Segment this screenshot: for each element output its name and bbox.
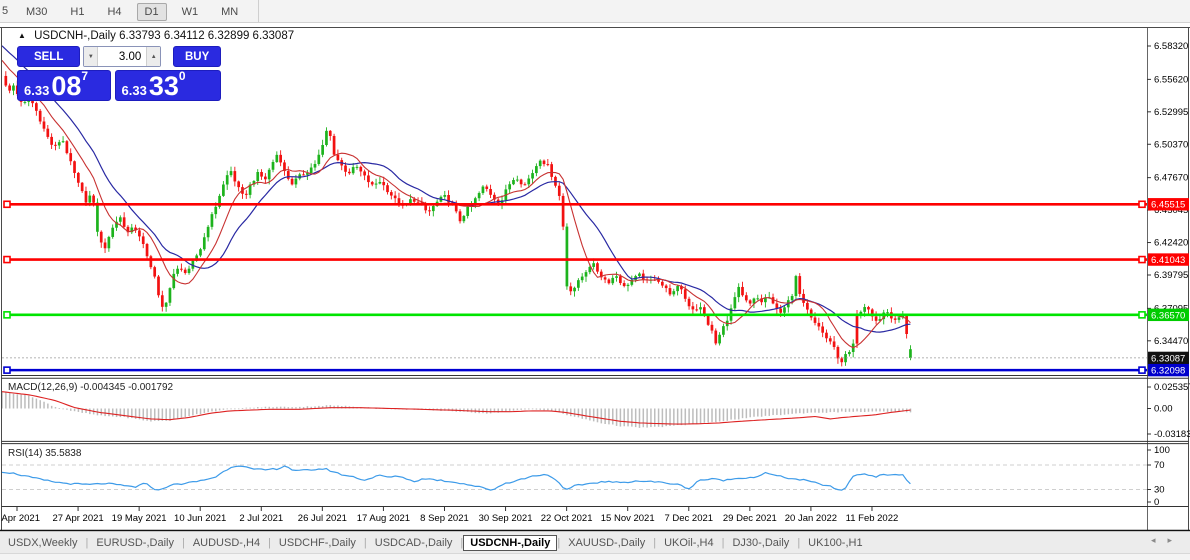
tab-usdchf-daily[interactable]: USDCHF-,Daily [271,536,364,550]
svg-text:6.39795: 6.39795 [1154,270,1188,281]
svg-text:29 Dec 2021: 29 Dec 2021 [723,513,777,524]
rsi-label: RSI(14) 35.5838 [8,448,82,459]
svg-text:6.47670: 6.47670 [1154,173,1188,184]
sell-price-big: 08 [51,74,81,99]
svg-text:2 Jul 2021: 2 Jul 2021 [239,513,283,524]
timeframe-button-mn[interactable]: MN [213,3,246,21]
tab-uk100-h1[interactable]: UK100-,H1 [800,536,870,550]
svg-text:6.41043: 6.41043 [1151,255,1185,266]
svg-text:8 Sep 2021: 8 Sep 2021 [420,513,469,524]
svg-text:6.42420: 6.42420 [1154,238,1188,249]
macd-label: MACD(12,26,9) -0.004345 -0.001792 [8,382,174,393]
svg-text:70: 70 [1154,460,1165,471]
tab-scroll-right-icon[interactable]: ▸ [1167,535,1184,545]
volume-decrease-button[interactable]: ▼ [84,47,98,66]
svg-text:26 Jul 2021: 26 Jul 2021 [298,513,347,524]
tab-scroll-left-icon[interactable]: ◂ [1151,535,1168,545]
chart-symbol: USDCNH-,Daily [34,30,116,42]
volume-increase-button[interactable]: ▲ [146,47,160,66]
hline-handle[interactable] [1139,367,1145,373]
hline-handle[interactable] [1139,201,1145,207]
svg-text:6.45515: 6.45515 [1151,200,1185,211]
tab-dj30-daily[interactable]: DJ30-,Daily [724,536,797,550]
tab-eurusd-daily[interactable]: EURUSD-,Daily [88,536,182,550]
tab-xauusd-daily[interactable]: XAUUSD-,Daily [560,536,653,550]
buy-button[interactable]: BUY [173,46,221,67]
chart-ohlc: 6.33793 6.34112 6.32899 6.33087 [119,30,294,42]
svg-text:27 Apr 2021: 27 Apr 2021 [52,513,103,524]
hline-handle[interactable] [1139,257,1145,263]
tab-usdcad-daily[interactable]: USDCAD-,Daily [367,536,461,550]
svg-text:17 Aug 2021: 17 Aug 2021 [357,513,410,524]
buy-price-big: 33 [149,74,179,99]
timeframe-button-d1[interactable]: D1 [137,3,167,21]
status-strip [0,553,1190,560]
timeframe-button-w1[interactable]: W1 [174,3,207,21]
buy-price-display[interactable]: 6.33 33 0 [115,70,221,101]
svg-text:6.32098: 6.32098 [1151,366,1185,377]
tab-usdcnh-daily[interactable]: USDCNH-,Daily [463,535,557,551]
svg-text:11 Feb 2022: 11 Feb 2022 [846,513,899,524]
svg-text:6.55620: 6.55620 [1154,74,1188,85]
buy-price-pip: 0 [179,69,186,83]
svg-text:6.58320: 6.58320 [1154,41,1188,52]
svg-text:15 Nov 2021: 15 Nov 2021 [601,513,655,524]
timeframe-button-partial[interactable]: 5 [2,5,11,17]
buy-price-prefix: 6.33 [122,84,147,99]
hline-handle[interactable] [1139,312,1145,318]
hline-handle[interactable] [4,201,10,207]
symbol-marker-icon: ▲ [18,31,26,40]
tab-usdx-weekly[interactable]: USDX,Weekly [0,536,85,550]
price-axis: 6.583206.556206.529956.503706.476706.450… [1147,41,1190,508]
timeframe-button-h4[interactable]: H4 [99,3,129,21]
svg-text:6.50370: 6.50370 [1154,139,1188,150]
toolbar-separator [258,0,259,22]
timeframe-toolbar: 5 M30 H1 H4 D1 W1 MN [0,0,1190,23]
svg-text:30: 30 [1154,485,1165,496]
svg-text:6.52995: 6.52995 [1154,107,1188,118]
hline-handle[interactable] [4,367,10,373]
svg-text:7 Dec 2021: 7 Dec 2021 [664,513,713,524]
sell-button[interactable]: SELL [17,46,80,67]
chart-tabs: USDX,Weekly|EURUSD-,Daily|AUDUSD-,H4|USD… [0,537,871,549]
one-click-trading-panel: SELL ▼ 3.00 ▲ BUY 6.33 08 7 6.33 33 0 [17,46,221,101]
svg-text:20 Jan 2022: 20 Jan 2022 [785,513,837,524]
svg-text:100: 100 [1154,445,1170,456]
mt4-terminal: 6.583206.556206.529956.503706.476706.450… [0,0,1190,560]
volume-input[interactable]: 3.00 [98,47,146,66]
sell-price-display[interactable]: 6.33 08 7 [17,70,111,101]
timeframe-button-h1[interactable]: H1 [62,3,92,21]
chart-background[interactable] [0,28,1190,530]
svg-text:22 Oct 2021: 22 Oct 2021 [541,513,593,524]
svg-text:10 Jun 2021: 10 Jun 2021 [174,513,226,524]
svg-text:5 Apr 2021: 5 Apr 2021 [0,513,40,524]
timeframe-buttons: M30 H1 H4 D1 W1 MN [11,2,246,20]
svg-text:6.34470: 6.34470 [1154,336,1188,347]
timeframe-button-m30[interactable]: M30 [18,3,55,21]
tab-ukoil-h4[interactable]: UKOil-,H4 [656,536,722,550]
volume-spinner: ▼ 3.00 ▲ [83,46,161,67]
chart-tab-bar: USDX,Weekly|EURUSD-,Daily|AUDUSD-,H4|USD… [0,532,1190,553]
tab-audusd-h4[interactable]: AUDUSD-,H4 [185,536,268,550]
sell-price-pip: 7 [81,69,88,83]
svg-text:6.33087: 6.33087 [1151,353,1185,364]
svg-text:19 May 2021: 19 May 2021 [112,513,167,524]
sell-price-prefix: 6.33 [24,84,49,99]
hline-handle[interactable] [4,312,10,318]
svg-text:30 Sep 2021: 30 Sep 2021 [479,513,533,524]
tab-scroll-arrows: ◂▸ [1151,535,1184,546]
svg-text:6.36570: 6.36570 [1151,310,1185,321]
hline-handle[interactable] [4,257,10,263]
svg-text:0: 0 [1154,497,1159,508]
svg-text:0.025357: 0.025357 [1154,382,1190,393]
svg-text:0.00: 0.00 [1154,404,1173,415]
chart-title: ▲ USDCNH-,Daily 6.33793 6.34112 6.32899 … [18,30,294,42]
svg-text:-0.03183: -0.03183 [1154,429,1190,440]
